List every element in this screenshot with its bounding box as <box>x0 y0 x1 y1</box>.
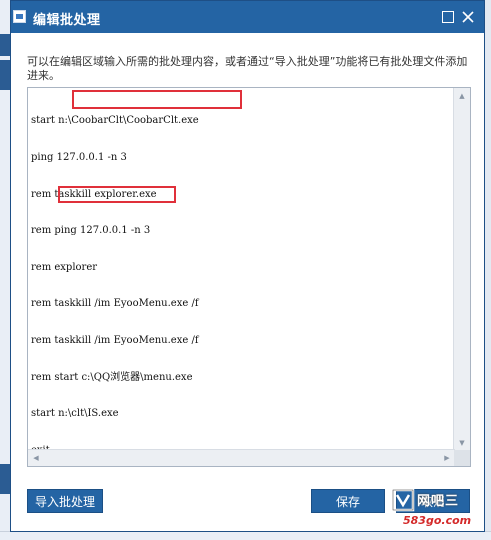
editor-line: rem taskkill /im EyooMenu.exe /f <box>31 298 199 310</box>
editor-line: start n:\clt\IS.exe <box>31 408 119 420</box>
import-batch-button[interactable]: 导入批处理 <box>27 489 103 513</box>
dialog-titlebar: 编辑批处理 <box>11 1 484 33</box>
background-app-right-strip <box>485 0 491 540</box>
scroll-left-arrow-icon[interactable]: ◀ <box>28 450 44 466</box>
scrollbar-corner <box>454 450 470 466</box>
site-watermark: 网吧三 583go.com <box>391 488 483 532</box>
dialog-app-icon <box>13 10 26 23</box>
close-icon <box>462 11 474 23</box>
background-band <box>0 34 10 56</box>
dialog-description: 可以在编辑区域输入所需的批处理内容，或者通过“导入批处理”功能将已有批处理文件添… <box>27 55 468 82</box>
editor-content[interactable]: start n:\CoobarClt\CoobarClt.exe ping 12… <box>31 91 199 481</box>
dialog-title: 编辑批处理 <box>33 13 101 28</box>
editor-line: rem start c:\QQ浏览器\menu.exe <box>31 371 193 383</box>
watermark-name: 网吧三 <box>417 494 460 509</box>
editor-line: rem ping 127.0.0.1 -n 3 <box>31 225 151 237</box>
editor-line: rem taskkill /im EyooMenu.exe /f <box>31 334 199 346</box>
scroll-down-arrow-icon[interactable]: ▼ <box>454 435 470 451</box>
background-band <box>0 464 10 494</box>
background-app-bottom-strip <box>0 531 491 540</box>
scroll-right-arrow-icon[interactable]: ▶ <box>439 450 455 466</box>
batch-editor-textarea[interactable]: start n:\CoobarClt\CoobarClt.exe ping 12… <box>27 87 471 467</box>
watermark-url: 583go.com <box>403 514 472 527</box>
background-band <box>0 60 10 90</box>
watermark-logo-icon <box>391 488 415 512</box>
maximize-button[interactable] <box>440 9 456 25</box>
edit-batch-dialog: 编辑批处理 可以在编辑区域输入所需的批处理内容，或者通过“导入批处理”功能将已有… <box>10 0 485 532</box>
horizontal-scrollbar[interactable]: ◀ ▶ <box>28 449 455 466</box>
editor-line: ping 127.0.0.1 -n 3 <box>31 152 127 163</box>
vertical-scrollbar[interactable]: ▲ ▼ <box>453 88 470 451</box>
scroll-up-arrow-icon[interactable]: ▲ <box>454 88 470 104</box>
editor-line: rem explorer <box>31 261 98 273</box>
save-button[interactable]: 保存 <box>311 489 385 513</box>
editor-line: start n:\CoobarClt\CoobarClt.exe <box>31 115 199 127</box>
annotation-highlight-box <box>58 186 176 203</box>
maximize-icon <box>442 11 454 23</box>
close-button[interactable] <box>460 9 476 25</box>
annotation-highlight-box <box>72 90 242 109</box>
